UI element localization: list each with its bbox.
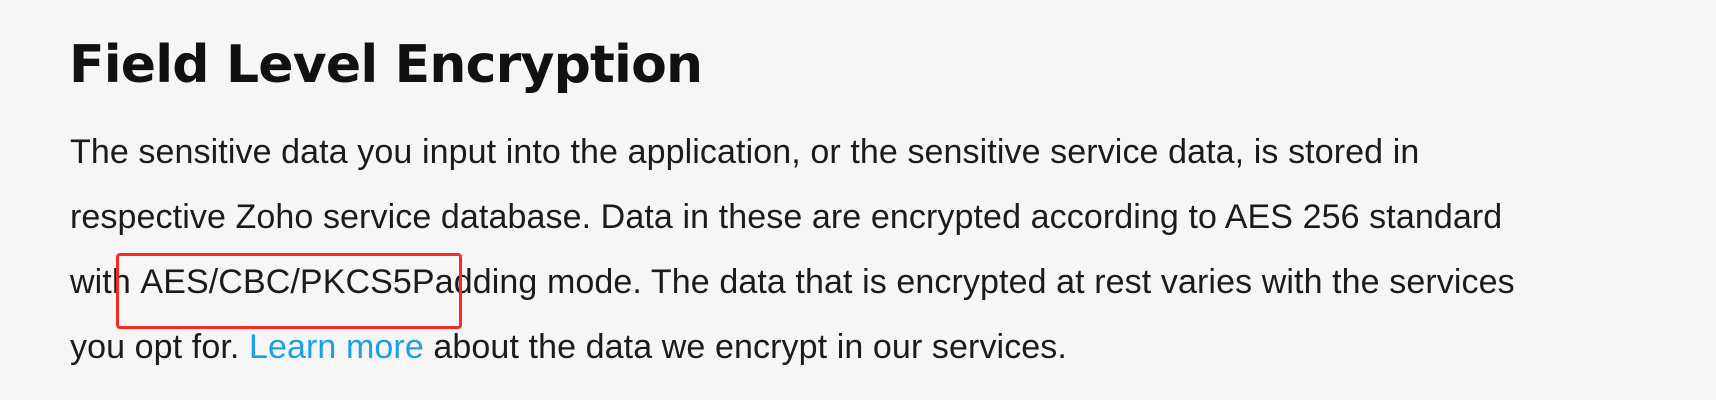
paragraph-line-3: with AES/CBC/PKCS5Padding mode. The data… (70, 250, 1670, 329)
paragraph-line-3-suffix: mode. The data that is encrypted at rest… (537, 263, 1515, 301)
paragraph-line-2-text: respective Zoho service database. Data i… (70, 198, 1503, 236)
encryption-description: The sensitive data you input into the ap… (70, 120, 1670, 380)
encryption-mode-highlight: AES/CBC/PKCS5Padding (116, 250, 538, 329)
paragraph-line-4-prefix: you opt for. (70, 328, 249, 366)
page-title: Field Level Encryption (69, 35, 703, 95)
paragraph-line-4: you opt for. Learn more about the data w… (70, 315, 1670, 380)
paragraph-line-1: The sensitive data you input into the ap… (70, 120, 1670, 185)
encryption-mode-text: AES/CBC/PKCS5Padding (140, 263, 538, 301)
paragraph-line-2: respective Zoho service database. Data i… (70, 185, 1670, 250)
paragraph-line-1-text: The sensitive data you input into the ap… (70, 133, 1420, 171)
field-level-encryption-section: Field Level Encryption The sensitive dat… (0, 0, 1716, 400)
learn-more-link[interactable]: Learn more (249, 328, 424, 366)
paragraph-line-4-suffix: about the data we encrypt in our service… (423, 328, 1067, 366)
paragraph-line-3-prefix: with (70, 263, 141, 301)
